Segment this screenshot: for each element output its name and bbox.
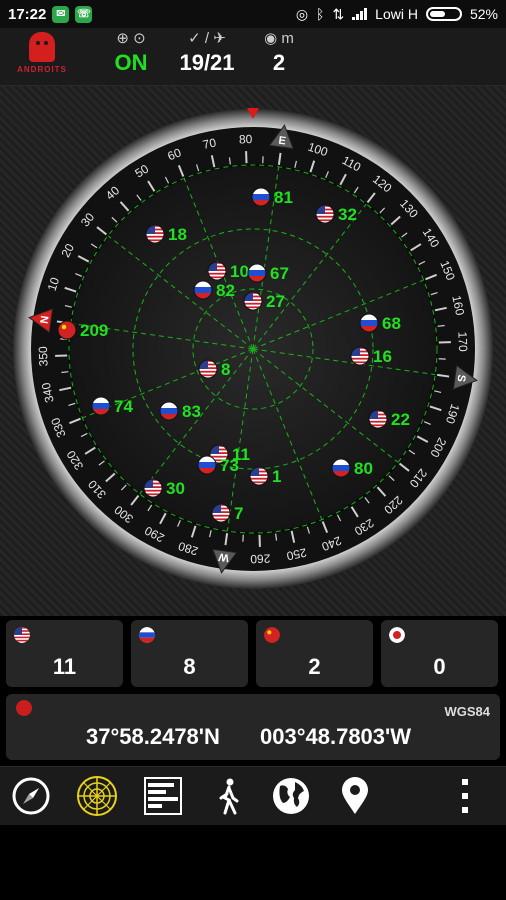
card-qzss[interactable]: 0 xyxy=(381,620,498,687)
satellite-label: 30 xyxy=(166,479,185,498)
degree-label: 80 xyxy=(239,132,253,146)
carrier-label: Lowi H xyxy=(375,6,418,22)
glonass-count: 8 xyxy=(183,654,196,679)
satellite-label: 73 xyxy=(220,456,239,475)
status-time: 17:22 xyxy=(8,5,47,23)
satellite-label: 80 xyxy=(354,459,373,478)
jp-flag-icon xyxy=(389,627,405,643)
satellite-label: 8 xyxy=(221,360,230,379)
gps-status-block: ⊕ ⊙ ON xyxy=(108,28,154,76)
satellite-label: 10 xyxy=(230,262,249,281)
app-header: ANDROITS ⊕ ⊙ ON ✓ / ✈ 19/21 ◉ m 2 xyxy=(0,28,506,86)
cn-flag-icon xyxy=(264,627,280,643)
degree-tick xyxy=(275,533,278,541)
longitude-value: 003°48.7803'W xyxy=(260,724,412,749)
nav-radar[interactable] xyxy=(74,773,120,819)
satellite-label: 81 xyxy=(274,188,293,207)
satellite-label: 83 xyxy=(182,402,201,421)
degree-tick xyxy=(437,324,445,327)
system-nav-area xyxy=(0,825,506,900)
degree-tick xyxy=(61,371,69,374)
nav-globe[interactable] xyxy=(268,773,314,819)
nav-signal[interactable] xyxy=(140,773,186,819)
nav-compass[interactable] xyxy=(8,773,54,819)
card-beidou[interactable]: 2 xyxy=(256,620,373,687)
satellite-label: 68 xyxy=(382,314,401,333)
status-bar: 17:22 ✉ ☏ ◎ ᛒ ⇅ Lowi H 52% xyxy=(0,0,506,28)
battery-percent: 52% xyxy=(469,6,498,22)
card-gps[interactable]: 11 xyxy=(6,620,123,687)
satellite-label: 22 xyxy=(391,410,410,429)
degree-tick xyxy=(228,157,231,165)
compass-icon xyxy=(12,777,50,815)
satellite-label: 209 xyxy=(80,321,108,340)
satellite-label: 16 xyxy=(373,347,392,366)
nav-more-menu[interactable] xyxy=(450,773,480,819)
satellite-label: 27 xyxy=(266,292,285,311)
latitude-value: 37°58.2478'N xyxy=(86,724,220,749)
satellite-label: 7 xyxy=(234,504,243,523)
accuracy-unit: m xyxy=(281,30,294,47)
globe-icon xyxy=(16,700,32,716)
bottom-navigation xyxy=(0,766,506,825)
status-right: ◎ ᛒ ⇅ Lowi H 52% xyxy=(296,0,498,28)
more-vertical-icon xyxy=(462,779,468,813)
sms-notification-icon: ✉ xyxy=(52,5,70,23)
data-icon: ⇅ xyxy=(332,5,345,22)
degree-label: 170 xyxy=(455,331,470,352)
walker-icon xyxy=(219,778,239,815)
degree-label: 350 xyxy=(36,346,51,367)
satellite-label: 32 xyxy=(338,205,357,224)
qzss-count: 0 xyxy=(433,654,446,679)
map-pin-icon xyxy=(342,777,368,814)
degree-label: 260 xyxy=(250,551,271,566)
satellite-label: 1 xyxy=(272,467,281,486)
app-logo[interactable]: ANDROITS xyxy=(14,32,70,82)
globe-nav-icon xyxy=(273,778,309,814)
card-glonass[interactable]: 8 xyxy=(131,620,248,687)
satellite-209[interactable]: 209 xyxy=(57,320,108,340)
satellite-label: 82 xyxy=(216,281,235,300)
battery-icon xyxy=(425,7,462,21)
nav-walker[interactable] xyxy=(206,773,252,819)
signal-icon xyxy=(352,8,368,20)
beidou-count: 2 xyxy=(308,654,321,679)
location-icon: ◎ xyxy=(295,5,309,22)
gps-fix-icon: ⊕ ⊙ xyxy=(116,30,146,47)
gps-status-value: ON xyxy=(114,50,148,75)
accuracy-value: 2 xyxy=(272,50,286,75)
android-robot-icon xyxy=(29,32,55,62)
svg-text:N: N xyxy=(39,315,52,325)
nav-map-pin[interactable] xyxy=(332,773,378,819)
coordinates-card[interactable]: WGS84 37°58.2478'N 003°48.7803'W xyxy=(6,694,500,760)
app-logo-text: ANDROITS xyxy=(17,65,67,74)
satellite-label: 74 xyxy=(114,397,133,416)
ru-flag-icon xyxy=(139,627,155,643)
satellites-value: 19/21 xyxy=(179,50,235,75)
signal-bars-icon xyxy=(144,777,182,815)
satellites-block: ✓ / ✈ 19/21 xyxy=(170,28,244,76)
bluetooth-icon: ᛒ xyxy=(316,6,325,22)
whatsapp-notification-icon: ☏ xyxy=(75,5,93,23)
radar-icon xyxy=(77,776,117,816)
satellite-label: 67 xyxy=(270,264,289,283)
gps-count: 11 xyxy=(52,654,77,679)
satellite-radar[interactable]: 10203040506070 80100110120130140150160170… xyxy=(9,108,497,590)
us-flag-icon xyxy=(14,627,30,643)
satellite-icon: ✓ / ✈ xyxy=(188,30,226,47)
accuracy-icon: ◉ m xyxy=(264,30,294,47)
datum-label: WGS84 xyxy=(444,704,490,719)
accuracy-block: ◉ m 2 xyxy=(254,28,304,76)
satellite-label: 18 xyxy=(168,225,187,244)
